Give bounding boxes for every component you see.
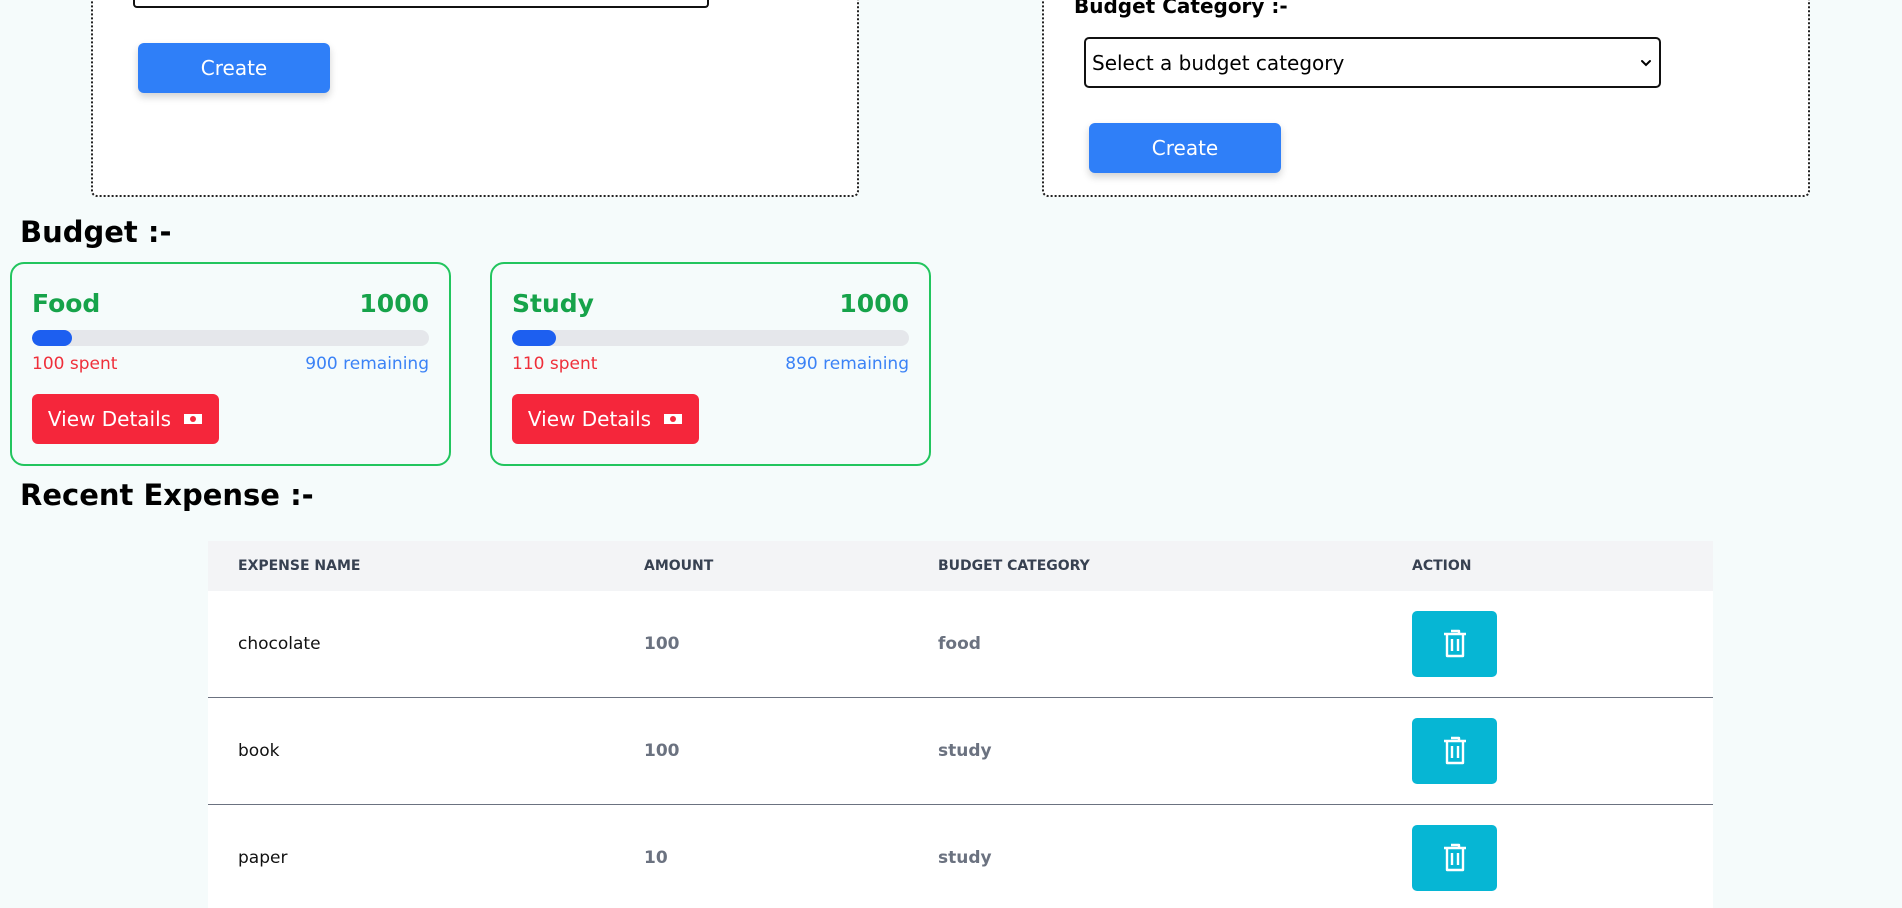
budget-card-title: Study — [512, 289, 594, 318]
budget-progress-bar — [512, 330, 909, 346]
column-header-category: BUDGET CATEGORY — [938, 558, 1090, 574]
budget-category-select-value: Select a budget category — [1092, 50, 1345, 75]
expense-name: book — [238, 741, 280, 761]
budget-progress-fill — [32, 330, 72, 346]
budget-card-food: Food 1000 100 spent 900 remaining View D… — [10, 262, 451, 466]
budget-card-title: Food — [32, 289, 101, 318]
column-header-action: ACTION — [1412, 558, 1472, 574]
view-details-button[interactable]: View Details — [512, 394, 699, 444]
recent-expense-heading: Recent Expense :- — [20, 478, 314, 512]
budget-category-select[interactable]: Select a budget category — [1084, 37, 1661, 88]
table-row: paper 10 study — [208, 805, 1713, 908]
budget-progress-bar — [32, 330, 429, 346]
expense-form-panel: Create — [91, 0, 859, 197]
budget-form-panel: Budget Category :- Select a budget categ… — [1042, 0, 1810, 197]
expense-amount-input[interactable] — [133, 0, 709, 8]
create-budget-button[interactable]: Create — [1089, 123, 1281, 173]
trash-icon — [1443, 629, 1466, 658]
budget-card-amount: 1000 — [839, 289, 909, 318]
budget-heading: Budget :- — [20, 215, 172, 249]
delete-expense-button[interactable] — [1412, 611, 1497, 677]
view-details-label: View Details — [47, 407, 172, 431]
delete-expense-button[interactable] — [1412, 718, 1497, 784]
expense-name: paper — [238, 848, 288, 868]
column-header-name: EXPENSE NAME — [238, 558, 361, 574]
expense-category: study — [938, 848, 992, 868]
budget-remaining: 890 remaining — [785, 354, 909, 374]
expense-amount: 100 — [644, 634, 680, 654]
money-icon — [184, 414, 203, 424]
view-details-button[interactable]: View Details — [32, 394, 219, 444]
budget-card-study: Study 1000 110 spent 890 remaining View … — [490, 262, 931, 466]
trash-icon — [1443, 843, 1466, 872]
delete-expense-button[interactable] — [1412, 825, 1497, 891]
expense-name: chocolate — [238, 634, 321, 654]
budget-card-amount: 1000 — [359, 289, 429, 318]
chevron-down-icon — [1641, 59, 1651, 66]
budget-remaining: 900 remaining — [305, 354, 429, 374]
expense-amount: 100 — [644, 741, 680, 761]
budget-spent: 110 spent — [512, 354, 598, 374]
page: Create Budget Category :- Select a budge… — [0, 0, 1902, 908]
money-icon — [664, 414, 683, 424]
create-expense-button[interactable]: Create — [138, 43, 330, 93]
expense-category: food — [938, 634, 981, 654]
table-header: EXPENSE NAME AMOUNT BUDGET CATEGORY ACTI… — [208, 541, 1713, 591]
budget-progress-fill — [512, 330, 556, 346]
expense-category: study — [938, 741, 992, 761]
expense-table: EXPENSE NAME AMOUNT BUDGET CATEGORY ACTI… — [208, 541, 1713, 908]
table-row: book 100 study — [208, 698, 1713, 805]
trash-icon — [1443, 736, 1466, 765]
budget-spent: 100 spent — [32, 354, 118, 374]
expense-amount: 10 — [644, 848, 668, 868]
budget-category-label: Budget Category :- — [1074, 0, 1288, 18]
view-details-label: View Details — [527, 407, 652, 431]
column-header-amount: AMOUNT — [644, 558, 714, 574]
table-row: chocolate 100 food — [208, 591, 1713, 698]
